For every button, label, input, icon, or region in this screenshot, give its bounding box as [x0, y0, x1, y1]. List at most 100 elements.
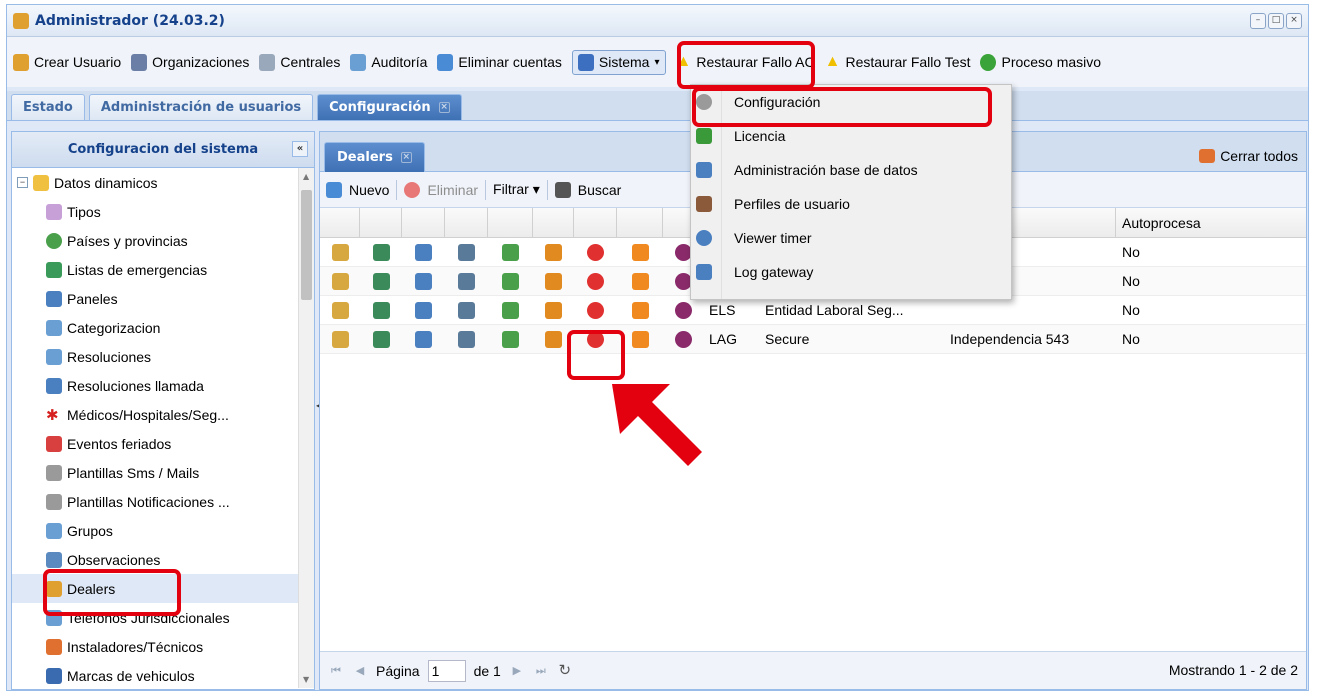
tree-item-listas-emergencias[interactable]: Listas de emergencias: [12, 255, 314, 284]
scroll-down-icon[interactable]: ▼: [303, 675, 309, 684]
phone-icon[interactable]: [372, 243, 390, 261]
menu-item-log-gateway[interactable]: Log gateway: [691, 255, 1011, 289]
refresh-icon[interactable]: ↻: [557, 662, 573, 679]
map-icon[interactable]: [502, 243, 519, 261]
map-icon[interactable]: [502, 301, 519, 319]
crear-usuario-button[interactable]: Crear Usuario: [13, 53, 121, 71]
computer-icon[interactable]: [458, 243, 475, 261]
organizaciones-button[interactable]: Organizaciones: [131, 53, 249, 71]
tree-scrollbar[interactable]: ▲ ▼: [298, 168, 314, 688]
close-tab-icon[interactable]: ×: [438, 102, 450, 113]
phone-icon[interactable]: [372, 272, 390, 290]
tree-item-grupos[interactable]: Grupos: [12, 516, 314, 545]
col-header[interactable]: [533, 208, 574, 237]
close-tab-icon[interactable]: ×: [400, 152, 412, 163]
person-orange-icon[interactable]: [631, 301, 649, 319]
tree-item-eventos-feriados[interactable]: Eventos feriados: [12, 429, 314, 458]
tab-estado[interactable]: Estado: [11, 94, 85, 120]
computer-icon[interactable]: [458, 301, 475, 319]
person-orange-icon[interactable]: [631, 243, 649, 261]
collapse-panel-button[interactable]: «: [292, 141, 308, 157]
eliminar-button[interactable]: Eliminar: [427, 182, 478, 198]
edit-icon[interactable]: [331, 272, 349, 290]
map-icon[interactable]: [502, 272, 519, 290]
tree-item-categorizacion[interactable]: Categorizacion: [12, 313, 314, 342]
sistema-menu-button[interactable]: Sistema ▾: [571, 49, 666, 75]
table-row[interactable]: LAG Secure Independencia 543 No: [320, 325, 1306, 354]
page-input[interactable]: [427, 659, 466, 682]
scrollbar-thumb[interactable]: [301, 190, 312, 300]
maximize-button[interactable]: □: [1268, 13, 1284, 29]
target-icon[interactable]: [674, 243, 692, 261]
col-header[interactable]: [320, 208, 360, 237]
first-page-icon[interactable]: ⏮: [328, 663, 344, 679]
shield-icon[interactable]: [545, 243, 562, 261]
person-orange-icon[interactable]: [631, 330, 649, 348]
disable-icon[interactable]: [587, 243, 604, 261]
nuevo-button[interactable]: Nuevo: [349, 182, 389, 198]
tree-item-resoluciones[interactable]: Resoluciones: [12, 342, 314, 371]
col-header[interactable]: [574, 208, 617, 237]
shield-icon[interactable]: [545, 330, 562, 348]
col-header[interactable]: [445, 208, 488, 237]
restaurar-fallo-test-button[interactable]: ▲ Restaurar Fallo Test: [825, 53, 971, 71]
person-orange-icon[interactable]: [631, 272, 649, 290]
tab-configuracion[interactable]: Configuración ×: [317, 94, 462, 120]
menu-item-administracion-bd[interactable]: Administración base de datos: [691, 153, 1011, 187]
scroll-up-icon[interactable]: ▲: [303, 172, 309, 181]
proceso-masivo-button[interactable]: Proceso masivo: [980, 53, 1101, 71]
cell-code: ELS: [709, 302, 736, 318]
auditoria-button[interactable]: Auditoría: [350, 53, 427, 71]
collapse-node-icon[interactable]: −: [17, 177, 28, 188]
centrales-button[interactable]: Centrales: [259, 53, 340, 71]
col-header-autoprocesa[interactable]: Autoprocesa: [1116, 208, 1276, 237]
target-icon[interactable]: [674, 272, 692, 290]
tree-item-medicos[interactable]: ✱ Médicos/Hospitales/Seg...: [12, 400, 314, 429]
menu-item-perfiles-usuario[interactable]: Perfiles de usuario: [691, 187, 1011, 221]
user-icon[interactable]: [415, 330, 432, 348]
computer-icon[interactable]: [458, 272, 475, 290]
tree-item-plantillas-sms[interactable]: Plantillas Sms / Mails: [12, 458, 314, 487]
filtrar-button[interactable]: Filtrar ▾: [493, 181, 540, 198]
user-icon[interactable]: [415, 301, 432, 319]
tree-item-resoluciones-llamada[interactable]: Resoluciones llamada: [12, 371, 314, 400]
tree-root-datos-dinamicos[interactable]: − Datos dinamicos: [12, 168, 314, 197]
col-header[interactable]: [617, 208, 663, 237]
tab-administracion-usuarios[interactable]: Administración de usuarios: [88, 94, 314, 120]
shield-icon[interactable]: [545, 272, 562, 290]
edit-icon[interactable]: [331, 301, 349, 319]
tree-item-plantillas-notificaciones[interactable]: Plantillas Notificaciones ...: [12, 487, 314, 516]
edit-icon[interactable]: [331, 243, 349, 261]
user-icon[interactable]: [415, 243, 432, 261]
col-header[interactable]: [402, 208, 445, 237]
next-page-icon[interactable]: ▶: [509, 663, 525, 679]
eliminar-cuentas-button[interactable]: Eliminar cuentas: [437, 53, 562, 71]
disable-icon[interactable]: [587, 301, 604, 319]
tree-item-tipos[interactable]: Tipos: [12, 197, 314, 226]
prev-page-icon[interactable]: ◀: [352, 663, 368, 679]
target-icon[interactable]: [674, 301, 692, 319]
tree-item-paneles[interactable]: Paneles: [12, 284, 314, 313]
computer-icon[interactable]: [458, 330, 475, 348]
shield-icon[interactable]: [545, 301, 562, 319]
minimize-button[interactable]: –: [1250, 13, 1266, 29]
cerrar-todos-button[interactable]: Cerrar todos: [1199, 148, 1298, 164]
tree-item-instaladores[interactable]: Instaladores/Técnicos: [12, 632, 314, 661]
col-header[interactable]: [360, 208, 402, 237]
target-icon[interactable]: [674, 330, 692, 348]
menu-item-viewer-timer[interactable]: Viewer timer: [691, 221, 1011, 255]
tab-dealers[interactable]: Dealers ×: [324, 142, 425, 172]
user-icon[interactable]: [415, 272, 432, 290]
tree-item-marcas-vehiculos[interactable]: Marcas de vehiculos: [12, 661, 314, 688]
col-header[interactable]: [488, 208, 533, 237]
edit-icon[interactable]: [331, 330, 349, 348]
phone-icon[interactable]: [372, 330, 390, 348]
tree-item-paises[interactable]: Países y provincias: [12, 226, 314, 255]
last-page-icon[interactable]: ⏭: [533, 663, 549, 679]
close-window-button[interactable]: ×: [1286, 13, 1302, 29]
phone-icon[interactable]: [372, 301, 390, 319]
table-row[interactable]: ELS Entidad Laboral Seg... No: [320, 296, 1306, 325]
buscar-button[interactable]: Buscar: [578, 182, 622, 198]
disable-icon[interactable]: [587, 272, 604, 290]
map-icon[interactable]: [502, 330, 519, 348]
